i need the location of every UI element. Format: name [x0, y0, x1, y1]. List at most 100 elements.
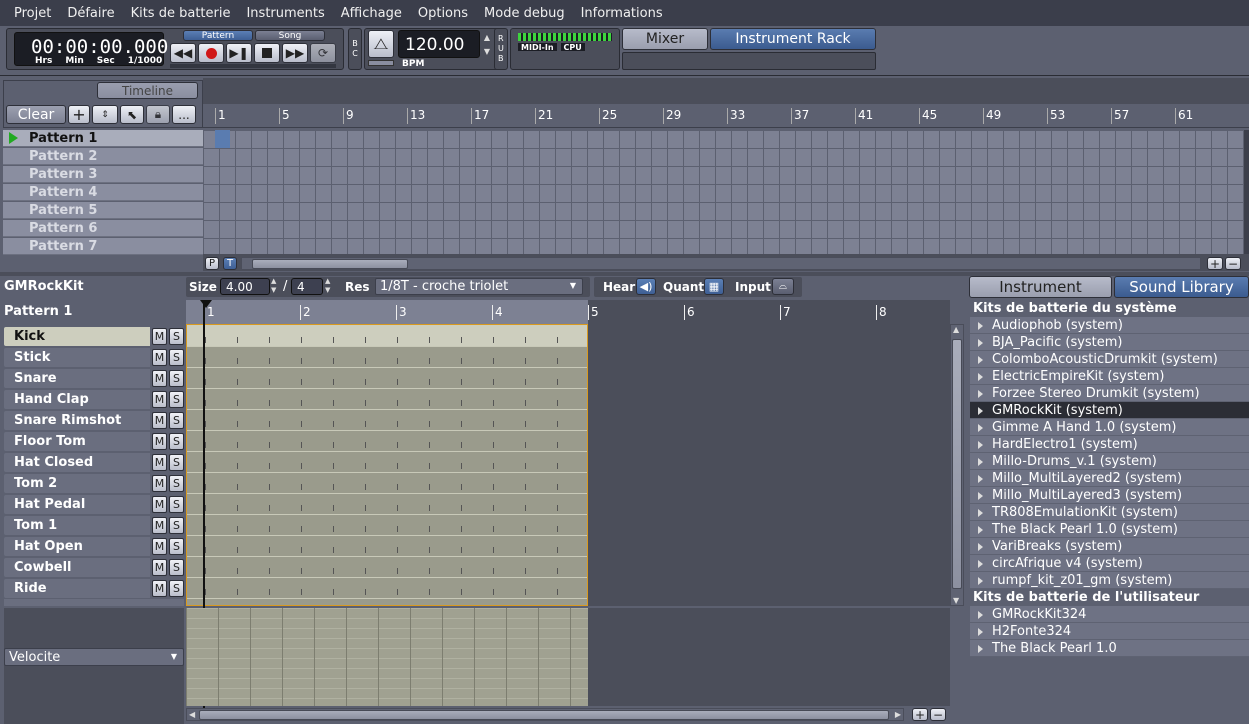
solo-button[interactable]: S [169, 537, 184, 555]
pattern-list-item[interactable]: Pattern 6 [3, 220, 203, 237]
property-select[interactable]: Velocite ▼ [4, 648, 184, 666]
quantize-toggle-button[interactable]: ▦ [704, 278, 724, 295]
expand-arrow-icon[interactable] [978, 441, 983, 449]
pattern-ruler[interactable]: 12345678 [186, 300, 950, 324]
expand-arrow-icon[interactable] [978, 356, 983, 364]
tab-sound-library[interactable]: Sound Library [1114, 276, 1249, 298]
play-pattern-icon[interactable] [9, 132, 18, 144]
song-hscrollbar[interactable] [241, 257, 1201, 270]
instrument-name[interactable]: Snare [4, 368, 150, 388]
instrument-row[interactable]: Hat Closed M S [4, 452, 184, 472]
pattern-mode-button[interactable]: Pattern [183, 30, 253, 41]
instrument-name[interactable]: Hat Closed [4, 452, 150, 472]
pattern-zoom-out-button[interactable]: − [930, 708, 946, 722]
expand-arrow-icon[interactable] [978, 526, 983, 534]
solo-button[interactable]: S [169, 558, 184, 576]
menu-item-5[interactable]: Options [410, 6, 476, 21]
instrument-row[interactable]: Ride M S [4, 578, 184, 598]
menu-item-6[interactable]: Mode debug [476, 6, 573, 21]
mute-button[interactable]: M [152, 432, 167, 450]
instrument-name[interactable]: Hat Pedal [4, 494, 150, 514]
expand-arrow-icon[interactable] [978, 492, 983, 500]
expand-arrow-icon[interactable] [978, 339, 983, 347]
pattern-list-item[interactable]: Pattern 5 [3, 202, 203, 219]
library-kit-item[interactable]: BJA_Pacific (system) [970, 334, 1249, 351]
instrument-row[interactable]: Stick M S [4, 347, 184, 367]
song-pattern-cell-active[interactable] [215, 130, 230, 148]
tab-instrument[interactable]: Instrument [969, 276, 1112, 298]
instrument-row[interactable]: Snare Rimshot M S [4, 410, 184, 430]
instrument-name[interactable]: Snare Rimshot [4, 410, 150, 430]
resolution-select[interactable]: 1/8T - croche triolet ▼ [375, 278, 583, 295]
pattern-hscroll-thumb[interactable] [199, 710, 889, 720]
song-grid[interactable] [203, 130, 1246, 254]
menu-item-2[interactable]: Kits de batterie [123, 6, 239, 21]
size-denominator-field[interactable]: 4 [291, 278, 323, 295]
move-pattern-button[interactable]: ⇕ [92, 105, 118, 124]
instrument-row[interactable]: Hat Pedal M S [4, 494, 184, 514]
instrument-name[interactable]: Tom 1 [4, 515, 150, 535]
scroll-left-icon[interactable]: ◀ [189, 710, 195, 719]
select-mode-button[interactable]: ⬉ [120, 105, 144, 124]
instrument-row[interactable]: Hand Clap M S [4, 389, 184, 409]
library-kit-item[interactable]: Gimme A Hand 1.0 (system) [970, 419, 1249, 436]
hear-toggle-button[interactable]: ◀) [636, 278, 656, 295]
input-mode-button[interactable]: ⌓ [772, 278, 794, 295]
menu-item-0[interactable]: Projet [6, 6, 59, 21]
library-kit-item[interactable]: Millo_MultiLayered3 (system) [970, 487, 1249, 504]
menu-item-7[interactable]: Informations [573, 6, 671, 21]
instrument-name[interactable]: Kick [4, 326, 150, 346]
library-kit-item[interactable]: ElectricEmpireKit (system) [970, 368, 1249, 385]
scroll-right-icon[interactable]: ▶ [895, 710, 901, 719]
lock-button[interactable]: 🔒︎ [146, 105, 170, 124]
pattern-list-item[interactable]: Pattern 4 [3, 184, 203, 201]
metronome-button[interactable]: ⧍ [368, 30, 394, 58]
menu-item-3[interactable]: Instruments [238, 6, 332, 21]
library-kit-item[interactable]: The Black Pearl 1.0 (system) [970, 521, 1249, 538]
library-kit-item[interactable]: GMRockKit324 [970, 606, 1249, 623]
solo-button[interactable]: S [169, 495, 184, 513]
library-kit-item[interactable]: HardElectro1 (system) [970, 436, 1249, 453]
mute-button[interactable]: M [152, 537, 167, 555]
clear-button[interactable]: Clear [6, 105, 66, 124]
library-kit-item[interactable]: Forzee Stereo Drumkit (system) [970, 385, 1249, 402]
scroll-down-icon[interactable]: ▼ [953, 596, 959, 605]
solo-button[interactable]: S [169, 516, 184, 534]
library-kit-item[interactable]: circAfrique v4 (system) [970, 555, 1249, 572]
expand-arrow-icon[interactable] [978, 543, 983, 551]
expand-arrow-icon[interactable] [978, 424, 983, 432]
expand-arrow-icon[interactable] [978, 322, 983, 330]
library-kit-item[interactable]: rumpf_kit_z01_gm (system) [970, 572, 1249, 589]
mute-button[interactable]: M [152, 411, 167, 429]
song-zoom-in-button[interactable]: + [1207, 257, 1223, 271]
loop-button[interactable]: ⟳ [310, 43, 336, 63]
bpm-down-icon[interactable]: ▼ [484, 47, 490, 56]
pattern-list-item[interactable]: Pattern 7 [3, 238, 203, 255]
pattern-zoom-in-button[interactable]: + [912, 708, 928, 722]
mute-button[interactable]: M [152, 495, 167, 513]
instrument-row[interactable]: Cowbell M S [4, 557, 184, 577]
solo-button[interactable]: S [169, 411, 184, 429]
solo-button[interactable]: S [169, 453, 184, 471]
t-button[interactable]: T [223, 257, 237, 270]
song-zoom-out-button[interactable]: − [1225, 257, 1241, 271]
expand-arrow-icon[interactable] [978, 560, 983, 568]
mute-button[interactable]: M [152, 474, 167, 492]
mute-button[interactable]: M [152, 516, 167, 534]
library-kit-item[interactable]: Millo_MultiLayered2 (system) [970, 470, 1249, 487]
size-numerator-spinner[interactable]: ▲ ▼ [271, 277, 276, 295]
instrument-rack-button[interactable]: Instrument Rack [710, 28, 876, 50]
pattern-list-item[interactable]: Pattern 3 [3, 166, 203, 183]
library-kit-item[interactable]: H2Fonte324 [970, 623, 1249, 640]
stop-button[interactable] [254, 43, 280, 63]
velocity-editor[interactable] [186, 608, 588, 706]
library-kit-item[interactable]: ColomboAcousticDrumkit (system) [970, 351, 1249, 368]
instrument-name[interactable]: Hat Open [4, 536, 150, 556]
song-mode-button[interactable]: Song [255, 30, 325, 41]
expand-arrow-icon[interactable] [978, 645, 983, 653]
mute-button[interactable]: M [152, 453, 167, 471]
library-kit-item[interactable]: TR808EmulationKit (system) [970, 504, 1249, 521]
p-button[interactable]: P [205, 257, 219, 270]
library-kit-item[interactable]: Millo-Drums_v.1 (system) [970, 453, 1249, 470]
instrument-name[interactable]: Stick [4, 347, 150, 367]
